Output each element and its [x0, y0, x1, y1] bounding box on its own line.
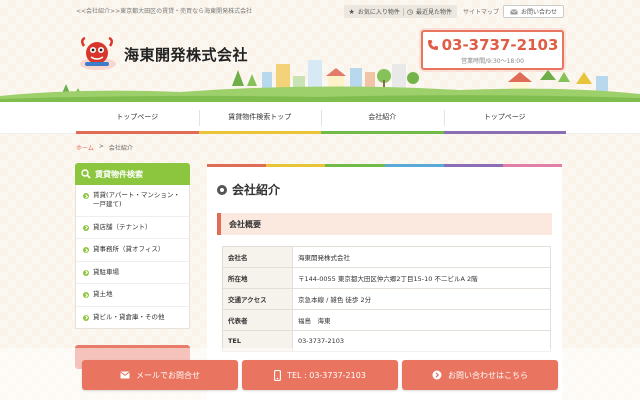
ring-icon — [217, 184, 227, 195]
sidebar-item-label: 貸駐車場 — [93, 267, 119, 276]
page-title-text: 会社紹介 — [232, 183, 281, 197]
chevron-circle-icon — [432, 370, 442, 380]
site-tagline: <<会社紹介>>東京都大田区の賃貸・売買なら海東開発株式会社 — [76, 8, 253, 15]
table-key: 代表者 — [222, 309, 293, 331]
company-info-table: 会社名 海東開発株式会社 所在地 〒144-0055 東京都大田区仲六郷2丁目1… — [222, 246, 551, 352]
star-icon: ★ — [348, 7, 355, 16]
sidebar-header: 賃貸物件検索 — [75, 163, 190, 185]
sidebar-item-label: 貸店舗（テナント） — [93, 222, 152, 231]
breadcrumb-current: 会社紹介 — [108, 145, 133, 152]
table-key: 交通アクセス — [222, 288, 293, 310]
sidebar-item-label: 賃貸(アパート・マンション・一戸建て) — [93, 191, 180, 209]
breadcrumb-separator: > — [98, 143, 104, 150]
contact-button[interactable]: お問い合わせ — [502, 5, 564, 18]
site-logo[interactable]: 海東開発株式会社 — [76, 36, 248, 72]
table-row: 所在地 〒144-0055 東京都大田区仲六郷2丁目15-10 不二ビルA 2階 — [222, 267, 551, 289]
chevron-right-icon — [83, 224, 89, 231]
chevron-right-icon — [83, 247, 89, 254]
sidebar-item-residential[interactable]: 賃貸(アパート・マンション・一戸建て) — [76, 185, 189, 217]
company-name: 海東開発株式会社 — [124, 45, 249, 64]
global-nav: トップページ 賃貸物件検索トップ 会社紹介 トップページ — [0, 102, 640, 134]
top-strip: <<会社紹介>>東京都大田区の賃貸・売買なら海東開発株式会社 ★ お気に入り物件… — [0, 0, 640, 22]
business-hours: 営業時間/9:30～18:00 — [461, 58, 524, 65]
breadcrumb-home[interactable]: ホーム — [76, 143, 94, 152]
chevron-right-icon — [83, 292, 89, 299]
sidebar-item-building[interactable]: 貸ビル・貸倉庫・その他 — [76, 307, 189, 328]
nav-item-company[interactable]: 会社紹介 — [321, 102, 444, 134]
chevron-right-icon — [83, 269, 89, 276]
inquiry-label: お問い合わせはこちら — [448, 370, 528, 380]
phone-number: 03-3737-2103 — [441, 36, 559, 54]
breadcrumb: ホーム > 会社紹介 — [76, 143, 133, 152]
phone-box[interactable]: 03-3737-2103 営業時間/9:30～18:00 — [421, 30, 564, 70]
table-value: 京急本線 / 雑色 徒歩 2分 — [292, 288, 551, 310]
sidebar: 賃貸物件検索 賃貸(アパート・マンション・一戸建て) 貸店舗（テナント） 貸事務… — [75, 163, 190, 369]
mail-inquiry-label: メールでお問合せ — [136, 370, 200, 380]
sidebar-item-parking[interactable]: 貸駐車場 — [76, 262, 189, 285]
phone-icon — [427, 40, 438, 50]
sidebar-item-label: 貸事務所（貸オフィス） — [93, 245, 165, 254]
tel-button[interactable]: TEL : 03-3737-2103 — [242, 360, 398, 390]
mail-inquiry-button[interactable]: メールでお問合せ — [82, 360, 238, 390]
clock-icon: ◷ — [406, 7, 413, 16]
sidebar-list: 賃貸(アパート・マンション・一戸建て) 貸店舗（テナント） 貸事務所（貸オフィス… — [75, 185, 190, 329]
search-icon — [81, 169, 91, 179]
recent-label: 最近見た物件 — [415, 9, 452, 16]
favorites-button[interactable]: ★ お気に入り物件 ◷ 最近見た物件 — [343, 5, 457, 18]
table-row: 代表者 福島 海東 — [222, 309, 551, 331]
tel-label: TEL : 03-3737-2103 — [287, 370, 366, 380]
smartphone-icon — [274, 369, 282, 381]
top-links: ★ お気に入り物件 ◷ 最近見た物件 サイトマップ お問い合わせ — [343, 5, 564, 18]
table-value: 〒144-0055 東京都大田区仲六郷2丁目15-10 不二ビルA 2階 — [292, 267, 551, 289]
table-key: 所在地 — [222, 267, 293, 289]
favorites-label: お気に入り物件 — [357, 9, 400, 16]
table-row: 会社名 海東開発株式会社 — [222, 246, 551, 268]
mail-icon — [120, 371, 130, 379]
fixed-action-bar: メールでお問合せ TEL : 03-3737-2103 お問い合わせはこちら — [0, 348, 640, 400]
contact-label: お問い合わせ — [520, 9, 557, 16]
page-title: 会社紹介 — [207, 167, 562, 198]
table-value: 海東開発株式会社 — [292, 246, 551, 268]
mail-icon — [510, 8, 518, 14]
sidebar-item-office[interactable]: 貸事務所（貸オフィス） — [76, 239, 189, 262]
sidebar-item-label: 貸ビル・貸倉庫・その他 — [93, 312, 165, 321]
nav-item-top-2[interactable]: トップページ — [443, 102, 566, 134]
inquiry-button[interactable]: お問い合わせはこちら — [402, 360, 558, 390]
section-heading: 会社概要 — [217, 213, 552, 235]
chevron-right-icon — [83, 314, 89, 321]
sidebar-item-land[interactable]: 貸土地 — [76, 284, 189, 307]
rainbow-divider — [207, 164, 563, 167]
table-key: 会社名 — [222, 246, 293, 268]
sidebar-item-label: 貸土地 — [93, 290, 113, 299]
sidebar-title: 賃貸物件検索 — [95, 169, 143, 179]
table-value: 福島 海東 — [292, 309, 551, 331]
mascot-logo-icon — [80, 36, 116, 70]
chevron-right-icon — [83, 193, 89, 199]
table-row: 交通アクセス 京急本線 / 雑色 徒歩 2分 — [222, 288, 551, 310]
nav-item-rental-search[interactable]: 賃貸物件検索トップ — [198, 102, 321, 134]
sitemap-link[interactable]: サイトマップ — [463, 7, 499, 16]
header: 海東開発株式会社 03-3737-2103 営業時間/9:30～18:00 — [0, 22, 640, 102]
sidebar-item-shop[interactable]: 貸店舗（テナント） — [76, 217, 189, 240]
divider — [402, 7, 404, 16]
nav-item-top[interactable]: トップページ — [76, 102, 199, 134]
